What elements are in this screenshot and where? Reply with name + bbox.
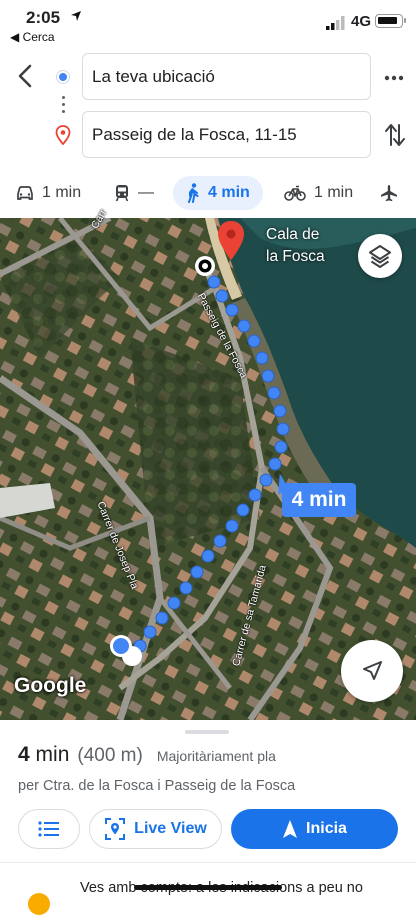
mode-transit-label: — xyxy=(138,184,154,201)
route-via: per Ctra. de la Fosca i Passeig de la Fo… xyxy=(18,778,296,794)
mode-flight[interactable] xyxy=(380,176,398,210)
mode-bike-label: 1 min xyxy=(314,184,354,201)
live-view-label: Live View xyxy=(134,820,207,837)
duration-value: 4 xyxy=(18,743,30,766)
mode-walk[interactable]: 4 min xyxy=(173,176,263,210)
route-terrain: Majoritàriament pla xyxy=(156,748,276,764)
mode-car-label: 1 min xyxy=(42,184,82,201)
home-indicator[interactable] xyxy=(134,885,282,890)
mode-walk-label: 4 min xyxy=(208,184,250,201)
destination-pin-icon xyxy=(55,125,71,145)
duration-unit: min xyxy=(35,743,70,766)
google-logo: Google xyxy=(14,674,87,697)
swap-icon[interactable] xyxy=(383,122,407,148)
connector-dot xyxy=(62,96,65,99)
route-distance: (400 m) xyxy=(77,745,143,766)
destination-field[interactable]: Passeig de la Fosca, 11-15 xyxy=(82,111,371,158)
my-location-button[interactable] xyxy=(341,640,403,702)
mode-bike[interactable]: 1 min xyxy=(284,176,353,210)
status-time: 2:05 xyxy=(26,8,61,27)
navigation-arrow-icon xyxy=(363,661,382,680)
origin-field[interactable]: La teva ubicació xyxy=(82,53,371,100)
start-label: Inicia xyxy=(306,820,347,837)
route-summary: 4 min (400 m) Majoritàriament pla xyxy=(18,743,276,767)
status-bar: 2:05 ◀ Cerca 4G xyxy=(0,0,416,48)
more-options-icon[interactable] xyxy=(382,66,406,90)
place-label: Cala de la Fosca xyxy=(266,224,330,268)
navigation-icon xyxy=(283,820,298,838)
walk-icon xyxy=(188,183,199,203)
train-icon xyxy=(115,185,129,202)
layers-icon xyxy=(369,245,391,268)
connector-dot xyxy=(62,103,65,106)
mode-transit[interactable]: — xyxy=(114,176,154,210)
origin-dot-icon xyxy=(57,71,69,83)
divider xyxy=(0,862,416,863)
route-time-badge[interactable]: 4 min xyxy=(282,483,356,517)
steps-button[interactable] xyxy=(18,809,80,849)
back-to-app-link[interactable]: ◀ Cerca xyxy=(10,30,55,44)
mode-car[interactable]: 1 min xyxy=(16,176,81,210)
sheet-grabber[interactable] xyxy=(185,730,229,734)
back-button[interactable] xyxy=(12,62,40,90)
live-view-button[interactable]: Live View xyxy=(89,809,222,849)
live-view-icon xyxy=(105,818,126,840)
route-duration: 4 min xyxy=(18,743,69,767)
place-label-line2: la Fosca xyxy=(266,248,325,265)
list-icon xyxy=(38,821,59,837)
network-type: 4G xyxy=(351,13,372,30)
place-label-line1: Cala de xyxy=(266,226,320,243)
car-icon xyxy=(17,186,33,200)
connector-dot xyxy=(62,110,65,113)
signal-icon xyxy=(326,16,345,30)
layers-button[interactable] xyxy=(358,234,402,278)
battery-icon xyxy=(375,14,406,28)
bike-icon xyxy=(284,185,306,201)
airplane-icon xyxy=(381,185,397,202)
start-button[interactable]: Inicia xyxy=(231,809,398,849)
location-arrow-icon xyxy=(71,11,81,21)
warning-icon xyxy=(28,893,50,915)
